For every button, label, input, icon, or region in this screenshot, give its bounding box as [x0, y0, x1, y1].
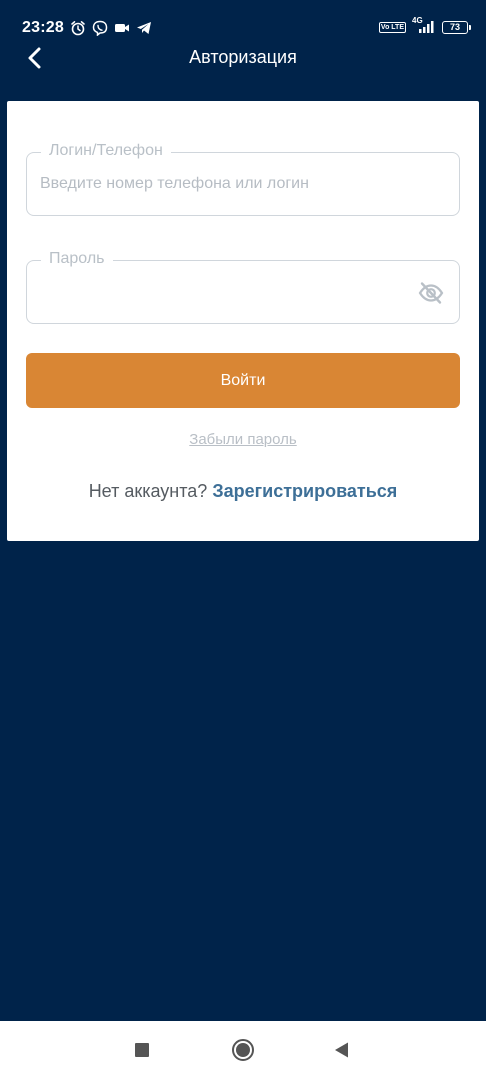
status-bar: 23:28 Vo LTE 4G 73	[0, 0, 486, 40]
password-input[interactable]	[40, 279, 410, 305]
video-camera-icon	[115, 24, 129, 32]
alarm-icon	[71, 21, 85, 36]
no-account-text: Нет аккаунта?	[88, 481, 208, 501]
page-title: Авторизация	[189, 47, 297, 67]
login-button[interactable]: Войти	[26, 353, 460, 408]
viber-icon	[92, 20, 108, 36]
recent-apps-icon	[135, 1043, 149, 1057]
login-label: Логин/Телефон	[41, 141, 171, 161]
recent-apps-button[interactable]	[129, 1037, 155, 1063]
system-nav-bar	[0, 1021, 486, 1080]
eye-off-icon	[418, 282, 444, 304]
signal-4g-icon: 4G	[412, 16, 436, 34]
status-icons-left	[70, 20, 152, 36]
battery-icon: 73	[442, 20, 471, 34]
login-field: Логин/Телефон	[26, 141, 460, 216]
password-field: Пароль	[26, 249, 460, 324]
password-label: Пароль	[41, 249, 113, 269]
app-header: Авторизация	[0, 40, 486, 80]
telegram-icon	[137, 22, 151, 34]
login-input[interactable]	[40, 171, 410, 197]
back-triangle-icon	[335, 1042, 348, 1058]
forgot-password-link[interactable]: Забыли пароль	[189, 431, 296, 448]
password-visibility-toggle[interactable]	[417, 279, 445, 307]
home-button[interactable]	[230, 1037, 256, 1063]
login-card: Логин/Телефон Пароль Войти Забыли пароль…	[7, 101, 479, 541]
volte-icon: Vo LTE	[378, 21, 406, 33]
battery-level: 73	[449, 22, 460, 32]
system-back-button[interactable]	[329, 1037, 355, 1063]
register-link[interactable]: Зарегистрироваться	[212, 481, 397, 501]
home-icon	[232, 1039, 254, 1061]
register-row: Нет аккаунта? Зарегистрироваться	[7, 481, 479, 502]
forgot-password-row: Забыли пароль	[7, 431, 479, 448]
status-time: 23:28	[22, 19, 64, 36]
status-icons-right: Vo LTE 4G 73	[378, 16, 471, 34]
